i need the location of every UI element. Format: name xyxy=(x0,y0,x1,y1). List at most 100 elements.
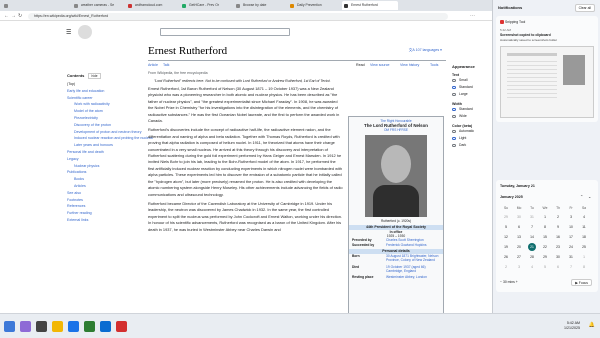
reload-icon[interactable]: ↻ xyxy=(18,13,22,19)
browser-tab[interactable] xyxy=(2,1,20,10)
sidebar-item[interactable]: Piezoelectricity xyxy=(67,115,139,122)
hamburger-icon[interactable]: ☰ xyxy=(66,29,71,36)
calendar-day[interactable]: 3 xyxy=(567,213,575,221)
screenshot-thumbnail[interactable] xyxy=(500,46,594,118)
media-icon[interactable] xyxy=(116,321,127,332)
appearance-option[interactable]: Light xyxy=(452,135,492,142)
sidebar-item[interactable]: References xyxy=(67,203,139,210)
calendar-day[interactable]: 5 xyxy=(541,263,549,271)
sidebar-item[interactable]: Development of proton and neutron theory xyxy=(67,129,142,136)
radio-icon[interactable] xyxy=(452,136,456,141)
calendar-day[interactable]: 20 xyxy=(515,243,523,251)
appearance-option[interactable]: Small xyxy=(452,77,492,84)
calendar-day[interactable]: 10 xyxy=(567,223,575,231)
calendar-day[interactable]: 14 xyxy=(528,233,536,241)
sidebar-item[interactable]: Articles xyxy=(67,183,139,190)
appearance-option[interactable]: Automatic xyxy=(452,128,492,135)
sidebar-item[interactable]: Personal life and death xyxy=(67,149,139,156)
wikipedia-logo[interactable] xyxy=(78,25,92,39)
calendar-day[interactable]: 23 xyxy=(554,243,562,251)
sidebar-item[interactable]: Further reading xyxy=(67,210,139,217)
taskbar-clock[interactable]: 5:42 AM 1/21/2025 xyxy=(564,321,580,331)
tab-read[interactable]: Read xyxy=(356,61,365,69)
calendar-day[interactable]: 11 xyxy=(580,223,588,231)
menu-icon[interactable]: ⋯ xyxy=(470,13,475,19)
radio-icon[interactable] xyxy=(452,114,456,119)
calendar-day[interactable]: 29 xyxy=(502,213,510,221)
sidebar-item[interactable]: Publications xyxy=(67,169,139,176)
forward-icon[interactable]: → xyxy=(11,13,16,19)
tab-view-source[interactable]: View source xyxy=(370,61,390,69)
calendar-day[interactable]: 28 xyxy=(528,253,536,261)
appearance-option[interactable]: Standard xyxy=(452,106,492,113)
calendar-day[interactable]: 7 xyxy=(528,223,536,231)
calendar-day[interactable]: 7 xyxy=(567,263,575,271)
notification-bell-icon[interactable]: 🔔 xyxy=(589,322,595,328)
tab-tools[interactable]: Tools xyxy=(430,61,438,69)
calendar-day[interactable]: 3 xyxy=(515,263,523,271)
address-input[interactable]: https://en.wikipedia.org/wiki/Ernest_Rut… xyxy=(28,12,448,20)
sidebar-item[interactable]: Footnotes xyxy=(67,197,139,204)
sidebar-item[interactable]: See also xyxy=(67,190,139,197)
tab-view-history[interactable]: View history xyxy=(400,61,419,69)
calendar-day[interactable]: 22 xyxy=(541,243,549,251)
calendar-day[interactable]: 24 xyxy=(567,243,575,251)
chevron-down-icon[interactable]: ⌄ xyxy=(588,194,591,199)
windows-start-icon[interactable] xyxy=(4,321,15,332)
resting-place-link[interactable]: Westminster Abbey, London xyxy=(386,275,440,280)
store-icon[interactable] xyxy=(84,321,95,332)
calendar-day[interactable]: 1 xyxy=(541,213,549,221)
calendar-day[interactable]: 25 xyxy=(580,243,588,251)
calendar-day[interactable]: 5 xyxy=(502,223,510,231)
browser-tab-active[interactable]: Ernest Rutherford xyxy=(342,1,398,10)
calendar-day[interactable]: 4 xyxy=(528,263,536,271)
sidebar-item[interactable]: Nuclear physics xyxy=(67,163,139,170)
sidebar-item[interactable]: Induced nuclear reaction and probing the… xyxy=(67,135,153,142)
languages-button[interactable]: 文A 107 languages ▾ xyxy=(409,48,442,53)
calendar-day[interactable]: 2 xyxy=(554,213,562,221)
calendar-day[interactable]: 31 xyxy=(528,213,536,221)
calendar-day[interactable]: 21 xyxy=(528,243,536,251)
browser-tab[interactable]: Daily Prevention xyxy=(288,1,340,10)
sidebar-item[interactable]: Scientific career xyxy=(67,95,139,102)
search-input[interactable] xyxy=(160,28,290,36)
calendar-day[interactable]: 30 xyxy=(515,213,523,221)
browser-tab[interactable]: wolframcloud.com xyxy=(126,1,178,10)
radio-icon[interactable] xyxy=(452,143,456,148)
calendar-day[interactable]: 6 xyxy=(515,223,523,231)
sidebar-item[interactable]: Model of the atom xyxy=(67,108,139,115)
calendar-day[interactable]: 9 xyxy=(554,223,562,231)
browser-tab[interactable]: GetHCare - Prev Or xyxy=(180,1,232,10)
sidebar-item[interactable]: External links xyxy=(67,217,139,224)
calendar-day[interactable]: 1 xyxy=(580,253,588,261)
calendar-day[interactable]: 31 xyxy=(567,253,575,261)
appearance-option[interactable]: Dark xyxy=(452,142,492,149)
back-icon[interactable]: ← xyxy=(4,13,9,19)
appearance-option[interactable]: Standard xyxy=(452,84,492,91)
hide-contents-button[interactable]: hide xyxy=(88,73,101,79)
edge-browser-icon[interactable] xyxy=(68,321,79,332)
appearance-option[interactable]: Wide xyxy=(452,113,492,120)
calendar-day[interactable]: 30 xyxy=(554,253,562,261)
chevron-up-icon[interactable]: ⌃ xyxy=(580,194,583,199)
sidebar-item[interactable]: Work with radioactivity xyxy=(67,101,139,108)
calendar-day[interactable]: 19 xyxy=(502,243,510,251)
calendar-day[interactable]: 8 xyxy=(541,223,549,231)
file-explorer-icon[interactable] xyxy=(52,321,63,332)
mail-icon[interactable] xyxy=(100,321,111,332)
sidebar-item[interactable]: (Top) xyxy=(67,81,139,88)
calendar-day[interactable]: 16 xyxy=(554,233,562,241)
calendar-day[interactable]: 6 xyxy=(554,263,562,271)
calendar-day[interactable]: 13 xyxy=(515,233,523,241)
calendar-day[interactable]: 8 xyxy=(580,263,588,271)
task-view-icon[interactable] xyxy=(36,321,47,332)
portrait-photo[interactable] xyxy=(365,135,427,217)
focus-button[interactable]: ▶ Focus xyxy=(571,279,592,286)
appearance-option[interactable]: Large xyxy=(452,91,492,98)
sidebar-item[interactable]: Books xyxy=(67,176,139,183)
browser-tab[interactable]: Browse by date xyxy=(234,1,286,10)
radio-icon[interactable] xyxy=(452,92,456,97)
sidebar-item[interactable]: Legacy xyxy=(67,156,139,163)
calendar-month[interactable]: January 2025 xyxy=(500,195,523,199)
calendar-day[interactable]: 12 xyxy=(502,233,510,241)
